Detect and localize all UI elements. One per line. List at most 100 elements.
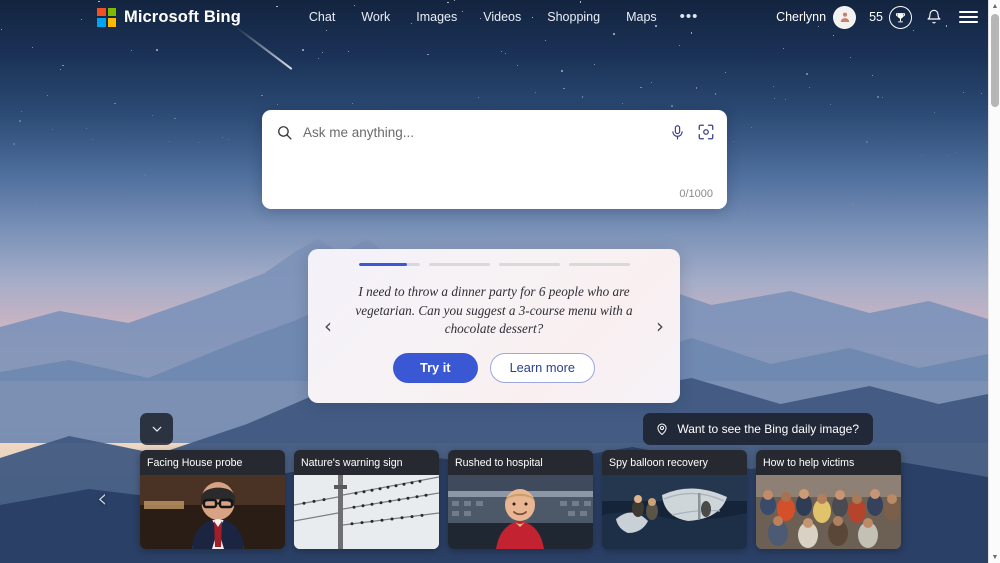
prompt-card-next-icon[interactable]: › xyxy=(650,316,670,336)
header-right-cluster: Cherlynn 55 xyxy=(776,5,988,29)
search-icon xyxy=(276,124,293,141)
star xyxy=(695,87,697,89)
news-card-image xyxy=(602,475,747,549)
star xyxy=(833,35,834,36)
news-card-1[interactable]: Facing House probe xyxy=(140,450,285,549)
news-card-title: Facing House probe xyxy=(140,450,285,475)
page-scrollbar[interactable]: ▲ ▼ xyxy=(988,0,1000,563)
nav-item-chat[interactable]: Chat xyxy=(296,6,348,28)
bing-daily-image-button[interactable]: Want to see the Bing daily image? xyxy=(643,413,873,445)
star xyxy=(198,142,199,143)
news-card-5[interactable]: How to help victims xyxy=(756,450,901,549)
star xyxy=(261,94,263,96)
news-card-3[interactable]: Rushed to hospital xyxy=(448,450,593,549)
scroll-up-icon[interactable]: ▲ xyxy=(989,0,1000,12)
news-card-image xyxy=(448,475,593,549)
star xyxy=(671,104,673,107)
star xyxy=(168,141,170,142)
prompt-card-prev-icon[interactable]: ‹ xyxy=(318,316,338,336)
star xyxy=(233,185,235,187)
star xyxy=(19,119,21,122)
news-card-image xyxy=(140,475,285,549)
news-card-2[interactable]: Nature's warning sign xyxy=(294,450,439,549)
visual-search-camera-icon[interactable] xyxy=(697,123,715,141)
star xyxy=(427,53,429,56)
rewards-count: 55 xyxy=(869,10,883,24)
avatar[interactable] xyxy=(833,5,857,29)
news-card-image xyxy=(294,475,439,549)
progress-segment-3[interactable] xyxy=(498,263,560,267)
nav-item-images[interactable]: Images xyxy=(403,6,470,28)
star xyxy=(963,92,964,94)
scrollbar-thumb[interactable] xyxy=(991,14,999,107)
star xyxy=(322,51,324,53)
microphone-icon[interactable] xyxy=(669,124,686,141)
star xyxy=(650,81,652,83)
star xyxy=(785,98,786,100)
news-card-title: How to help victims xyxy=(756,450,901,475)
star xyxy=(317,57,319,59)
bing-daily-image-label: Want to see the Bing daily image? xyxy=(677,422,859,436)
scroll-down-icon[interactable]: ▼ xyxy=(989,551,1000,563)
star xyxy=(594,63,595,65)
news-card-image xyxy=(756,475,901,549)
prompt-suggestion-card: I need to throw a dinner party for 6 peo… xyxy=(308,249,680,403)
user-name[interactable]: Cherlynn xyxy=(776,10,826,24)
nav-item-work[interactable]: Work xyxy=(348,6,403,28)
progress-segment-1[interactable] xyxy=(358,263,420,267)
star xyxy=(561,70,563,72)
logo-square-red xyxy=(97,7,106,16)
star xyxy=(47,94,48,96)
star xyxy=(851,203,854,206)
brand-name: Microsoft Bing xyxy=(124,7,241,26)
bing-brand-logo[interactable]: Microsoft Bing xyxy=(97,7,241,27)
hamburger-menu-button[interactable] xyxy=(959,10,978,24)
carousel-prev-button[interactable]: ‹ xyxy=(97,486,107,512)
notifications-button[interactable] xyxy=(926,9,942,25)
progress-fill-1 xyxy=(358,263,408,267)
primary-nav: Chat Work Images Videos Shopping Maps ••… xyxy=(296,6,709,28)
progress-segment-2[interactable] xyxy=(428,263,490,267)
star xyxy=(31,46,33,48)
star xyxy=(808,86,810,88)
search-box[interactable]: 0/1000 xyxy=(262,110,727,209)
location-pin-icon xyxy=(657,423,667,436)
star xyxy=(174,117,176,119)
bell-icon xyxy=(927,9,941,24)
nav-item-maps[interactable]: Maps xyxy=(613,6,670,28)
star xyxy=(34,201,37,203)
learn-more-button[interactable]: Learn more xyxy=(489,352,596,383)
character-counter: 0/1000 xyxy=(679,188,713,200)
star xyxy=(276,103,278,105)
news-card-title: Nature's warning sign xyxy=(294,450,439,475)
search-row xyxy=(262,110,727,154)
star xyxy=(640,86,642,89)
nav-item-videos[interactable]: Videos xyxy=(470,6,534,28)
hamburger-line-1 xyxy=(959,10,978,13)
star xyxy=(348,51,349,52)
collapse-feed-button[interactable] xyxy=(140,413,173,445)
person-avatar-icon xyxy=(840,12,849,22)
nav-item-shopping[interactable]: Shopping xyxy=(534,6,613,28)
news-carousel: ‹ › Facing House probe Nature's wa xyxy=(0,450,988,563)
news-card-title: Rushed to hospital xyxy=(448,450,593,475)
star xyxy=(302,48,304,51)
trophy-icon xyxy=(889,5,912,29)
try-it-button[interactable]: Try it xyxy=(392,352,478,383)
rewards-button[interactable]: 55 xyxy=(869,5,912,29)
top-navigation-bar: Microsoft Bing Chat Work Images Videos S… xyxy=(0,0,988,34)
prompt-card-actions: Try it Learn more xyxy=(392,352,596,383)
news-card-4[interactable]: Spy balloon recovery xyxy=(602,450,747,549)
star xyxy=(980,92,982,94)
star xyxy=(946,154,948,156)
logo-square-yellow xyxy=(107,18,116,27)
star xyxy=(504,52,506,54)
progress-segment-4[interactable] xyxy=(568,263,630,267)
star xyxy=(156,49,158,51)
star xyxy=(872,75,873,77)
nav-more-icon[interactable]: ••• xyxy=(670,9,709,24)
star xyxy=(865,140,868,143)
star xyxy=(881,96,884,98)
search-input[interactable] xyxy=(303,124,658,140)
hamburger-line-3 xyxy=(959,21,978,24)
